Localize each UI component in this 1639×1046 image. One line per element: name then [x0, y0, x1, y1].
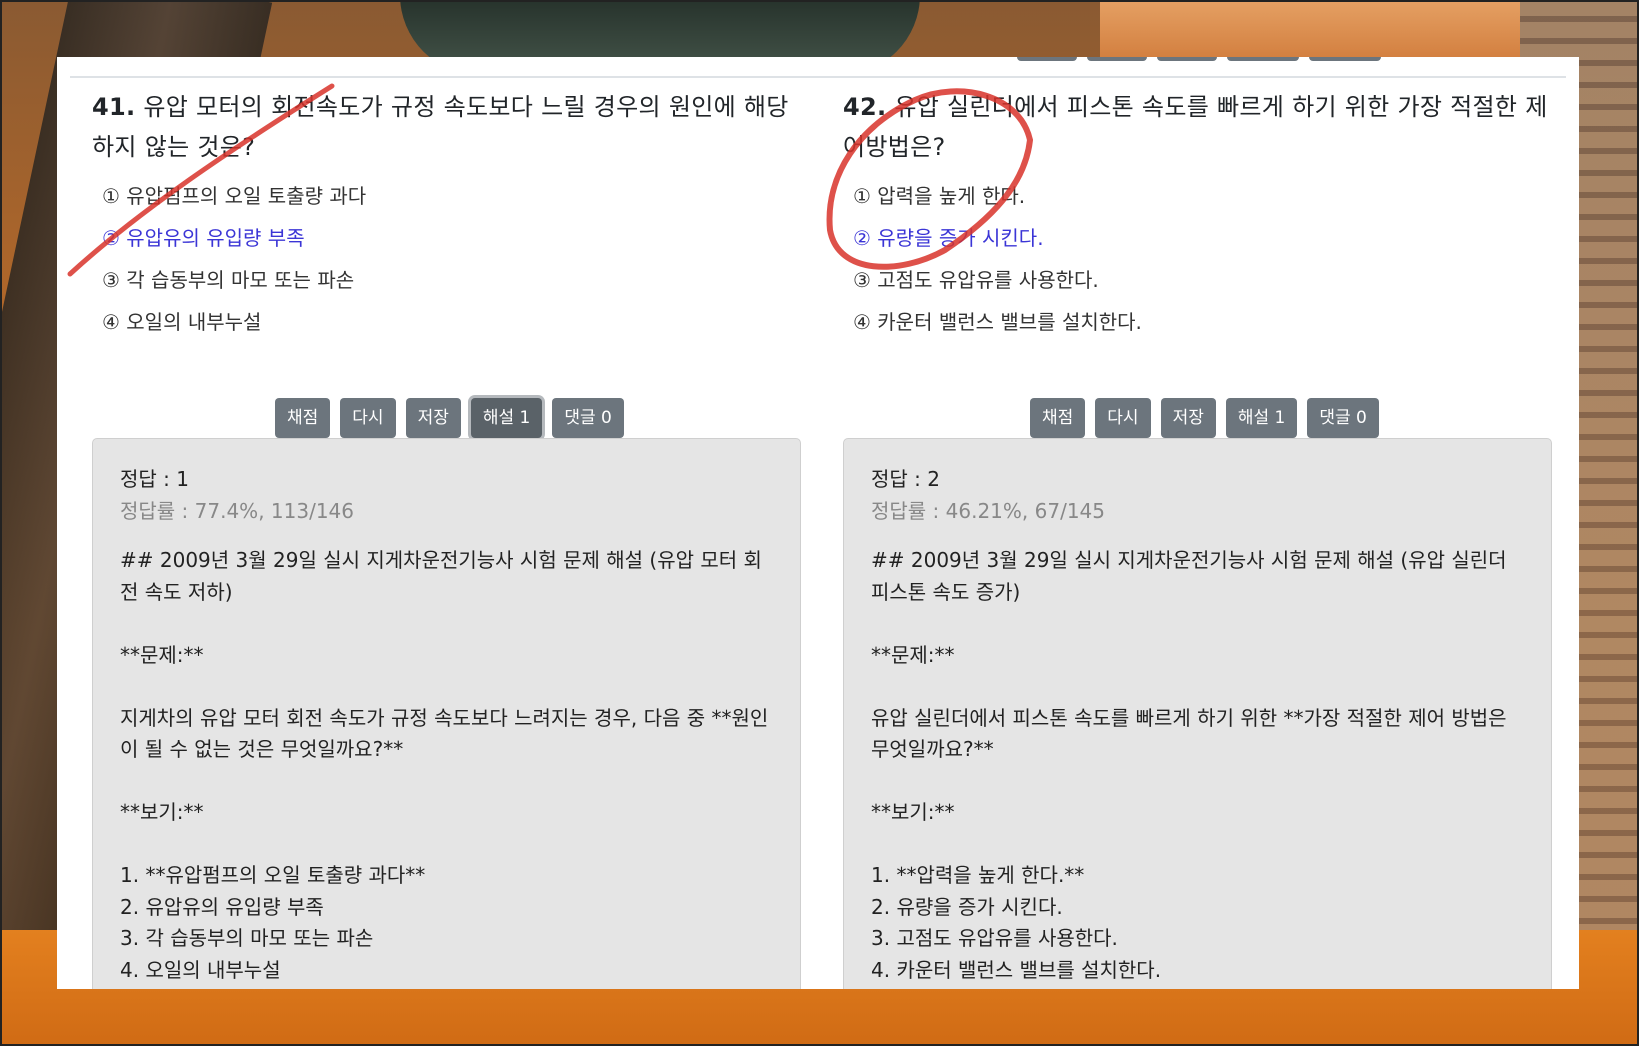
explanation-box: 정답 : 2 정답률 : 46.21%, 67/145 ## 2009년 3월 … [843, 438, 1552, 989]
save-button[interactable]: 저장 [1160, 398, 1216, 438]
grade-button[interactable]: 채점 [275, 398, 331, 438]
correct-rate: 정답률 : 77.4%, 113/146 [120, 499, 354, 523]
retry-button[interactable]: 다시 [340, 398, 396, 438]
explanation-button[interactable]: 해설 1 [470, 398, 543, 438]
option-1[interactable]: ① 유압펌프의 오일 토출량 과다 [92, 175, 802, 217]
action-buttons: 채점 다시 저장 해설 1 댓글 0 [275, 398, 624, 438]
comments-button[interactable]: 댓글 0 [1307, 398, 1379, 438]
option-3[interactable]: ③ 고점도 유압유를 사용한다. [843, 259, 1553, 301]
retry-button[interactable]: 다시 [1095, 398, 1151, 438]
explanation-text: ## 2009년 3월 29일 실시 지게차운전기능사 시험 문제 해설 (유압… [120, 548, 769, 982]
explanation-button[interactable]: 해설 1 [1225, 398, 1298, 438]
action-buttons: 채점 다시 저장 해설 1 댓글 0 [1030, 398, 1379, 438]
options-list: ① 압력을 높게 한다. ② 유량을 증가 시킨다. ③ 고점도 유압유를 사용… [843, 175, 1553, 343]
correct-rate: 정답률 : 46.21%, 67/145 [871, 499, 1105, 523]
option-3[interactable]: ③ 각 습동부의 마모 또는 파손 [92, 259, 802, 301]
question-title: 42. 유압 실린더에서 피스톤 속도를 빠르게 하기 위한 가장 적절한 제어… [843, 93, 1548, 161]
option-4[interactable]: ④ 오일의 내부누설 [92, 301, 802, 343]
option-2[interactable]: ② 유압유의 유입량 부족 [92, 217, 802, 259]
question-42: 42. 유압 실린더에서 피스톤 속도를 빠르게 하기 위한 가장 적절한 제어… [843, 87, 1553, 989]
option-4[interactable]: ④ 카운터 밸런스 밸브를 설치한다. [843, 301, 1553, 343]
explanation-text: ## 2009년 3월 29일 실시 지게차운전기능사 시험 문제 해설 (유압… [871, 548, 1507, 982]
correct-answer: 정답 : 1 [120, 467, 189, 491]
question-41: 41. 유압 모터의 회전속도가 규정 속도보다 느릴 경우의 원인에 해당하지… [92, 87, 802, 989]
correct-answer: 정답 : 2 [871, 467, 940, 491]
content-panel: 41. 유압 모터의 회전속도가 규정 속도보다 느릴 경우의 원인에 해당하지… [57, 57, 1579, 989]
divider [70, 76, 1566, 78]
comments-button[interactable]: 댓글 0 [552, 398, 624, 438]
option-2[interactable]: ② 유량을 증가 시킨다. [843, 217, 1553, 259]
explanation-box: 정답 : 1 정답률 : 77.4%, 113/146 ## 2009년 3월 … [92, 438, 801, 989]
question-title: 41. 유압 모터의 회전속도가 규정 속도보다 느릴 경우의 원인에 해당하지… [92, 93, 789, 161]
save-button[interactable]: 저장 [405, 398, 461, 438]
clipped-button-row [57, 57, 1579, 63]
option-1[interactable]: ① 압력을 높게 한다. [843, 175, 1553, 217]
grade-button[interactable]: 채점 [1030, 398, 1086, 438]
options-list: ① 유압펌프의 오일 토출량 과다 ② 유압유의 유입량 부족 ③ 각 습동부의… [92, 175, 802, 343]
